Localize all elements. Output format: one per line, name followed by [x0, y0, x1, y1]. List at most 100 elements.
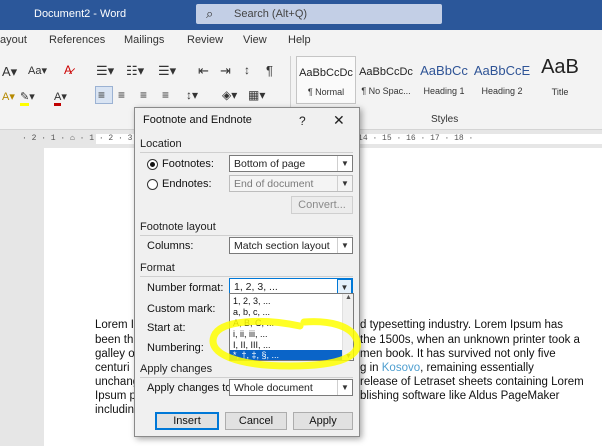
- style-sample: AaBbCcDc: [359, 66, 413, 78]
- help-icon[interactable]: ?: [299, 114, 306, 128]
- shading-icon[interactable]: ◈▾: [222, 88, 237, 102]
- section-divider: [140, 235, 353, 236]
- sort-icon[interactable]: ↕: [244, 63, 250, 77]
- apply-changes-heading: Apply changes: [140, 363, 213, 375]
- tab-references[interactable]: References: [49, 34, 105, 46]
- line-spacing-icon[interactable]: ↕▾: [186, 88, 198, 102]
- style-sample: AaBbCcE: [473, 63, 531, 78]
- start-at-label: Start at:: [147, 322, 186, 334]
- font-color-glyph: A: [54, 91, 62, 106]
- bullets-icon[interactable]: ☰▾: [96, 63, 114, 79]
- style-sample: AaB: [541, 56, 579, 78]
- footnotes-location-select[interactable]: Bottom of page ▼: [229, 155, 353, 172]
- align-left-icon: ≡: [98, 88, 106, 102]
- columns-label: Columns:: [147, 240, 194, 252]
- borders-icon[interactable]: ▦▾: [248, 88, 265, 102]
- style-name: ¶ No Spac...: [361, 86, 411, 96]
- number-format-option[interactable]: 1, 2, 3, ...: [230, 296, 342, 306]
- doc-line-right: d typesetting industry. Lorem Ipsum has: [360, 319, 564, 331]
- number-format-value: 1, 2, 3, ...: [234, 281, 278, 293]
- numbering-icon[interactable]: ☷▾: [126, 63, 144, 79]
- tab-layout[interactable]: ayout: [0, 34, 27, 46]
- apply-changes-to-label: Apply changes to:: [147, 382, 235, 394]
- close-icon[interactable]: ✕: [333, 112, 345, 129]
- style-title[interactable]: AaB Title: [530, 56, 590, 104]
- style-heading-1[interactable]: AaBbCc Heading 1: [414, 56, 474, 104]
- insert-button[interactable]: Insert: [155, 412, 219, 430]
- doc-line-right: men book. It has survived not only five: [360, 348, 556, 360]
- style-name: ¶ Normal: [307, 87, 345, 97]
- section-divider: [140, 377, 353, 378]
- align-right-icon[interactable]: ≡: [140, 88, 147, 102]
- search-placeholder: Search (Alt+Q): [234, 8, 308, 20]
- number-format-option[interactable]: A, B, C, ...: [230, 318, 342, 328]
- scroll-up-icon[interactable]: ▲: [345, 294, 352, 301]
- convert-button[interactable]: Convert...: [291, 196, 353, 214]
- style-no-spacing[interactable]: AaBbCcDc ¶ No Spac...: [356, 56, 416, 104]
- footnote-layout-heading: Footnote layout: [140, 221, 216, 233]
- endnotes-location-value: End of document: [234, 178, 314, 190]
- doc-line-right: g in Kosovo, remaining essentially: [360, 362, 534, 374]
- style-name: Title: [551, 87, 569, 97]
- doc-line-right: the 1500s, when an unknown printer took …: [360, 334, 580, 346]
- show-marks-icon[interactable]: ¶: [266, 63, 273, 78]
- doc-line-right: release of Letraset sheets containing Lo…: [360, 376, 584, 388]
- doc-line-left: Ipsum p: [95, 390, 136, 402]
- kosovo-link[interactable]: Kosovo: [382, 362, 420, 374]
- search-icon: ⌕: [206, 6, 214, 21]
- font-grow-icon[interactable]: A▾: [2, 64, 17, 80]
- decrease-indent-icon[interactable]: ⇤: [198, 63, 209, 79]
- tab-view[interactable]: View: [243, 34, 267, 46]
- endnotes-radio[interactable]: [147, 179, 158, 190]
- footnotes-location-value: Bottom of page: [234, 158, 306, 170]
- change-case-button[interactable]: Aa▾: [28, 64, 47, 77]
- tab-mailings[interactable]: Mailings: [124, 34, 164, 46]
- document-title: Document2 - Word: [34, 8, 127, 20]
- footnotes-radio[interactable]: [147, 159, 158, 170]
- chevron-down-icon: ▼: [337, 176, 352, 191]
- style-sample: AaBbCcDc: [299, 67, 353, 79]
- justify-icon[interactable]: ≡: [162, 88, 169, 102]
- columns-select[interactable]: Match section layout ▼: [229, 237, 353, 254]
- apply-button[interactable]: Apply: [293, 412, 353, 430]
- numbering-label: Numbering:: [147, 342, 204, 354]
- scroll-down-icon[interactable]: ▼: [345, 353, 352, 360]
- doc-text: , remaining essentially: [420, 362, 534, 374]
- number-format-option[interactable]: I, II, III, ...: [230, 340, 342, 350]
- tab-review[interactable]: Review: [187, 34, 223, 46]
- highlight-color-icon[interactable]: ✎▾: [20, 90, 35, 106]
- number-format-option-selected[interactable]: *, †, ‡, §, ...: [230, 350, 342, 360]
- text-effects-icon[interactable]: A▾: [2, 90, 15, 103]
- style-normal[interactable]: AaBbCcDc ¶ Normal: [296, 56, 356, 104]
- clear-formatting-icon[interactable]: A̷: [64, 63, 72, 77]
- doc-line-left: galley o: [95, 348, 135, 360]
- custom-mark-label: Custom mark:: [147, 303, 216, 315]
- align-center-icon[interactable]: ≡: [118, 88, 125, 102]
- change-case-label: Aa: [28, 65, 42, 77]
- tab-help[interactable]: Help: [288, 34, 311, 46]
- apply-changes-to-value: Whole document: [234, 382, 313, 394]
- number-format-dropdown-list[interactable]: 1, 2, 3, ... a, b, c, ... A, B, C, ... i…: [229, 293, 354, 361]
- location-heading: Location: [140, 138, 182, 150]
- cancel-button[interactable]: Cancel: [225, 412, 287, 430]
- doc-line-left: centuri: [95, 362, 130, 374]
- apply-changes-to-select[interactable]: Whole document ▼: [229, 379, 353, 396]
- style-heading-2[interactable]: AaBbCcE Heading 2: [472, 56, 532, 104]
- doc-line-left: been th: [95, 334, 134, 346]
- multilevel-list-icon[interactable]: ☰▾: [158, 63, 176, 79]
- doc-line-left: includin: [95, 404, 134, 416]
- font-color-button[interactable]: A▾: [54, 90, 67, 106]
- format-heading: Format: [140, 262, 175, 274]
- styles-group-label: Styles: [431, 114, 459, 125]
- endnotes-label: Endnotes:: [162, 178, 212, 190]
- style-name: Heading 1: [423, 86, 465, 96]
- increase-indent-icon[interactable]: ⇥: [220, 63, 231, 79]
- search-box[interactable]: ⌕ Search (Alt+Q): [196, 4, 442, 24]
- number-format-option[interactable]: i, ii, iii, ...: [230, 329, 342, 339]
- footnotes-label: Footnotes:: [162, 158, 214, 170]
- number-format-label: Number format:: [147, 282, 224, 294]
- dropdown-scrollbar[interactable]: ▲ ▼: [342, 294, 353, 360]
- endnotes-location-select[interactable]: End of document ▼: [229, 175, 353, 192]
- number-format-option[interactable]: a, b, c, ...: [230, 307, 342, 317]
- doc-line-left: unchang: [95, 376, 140, 388]
